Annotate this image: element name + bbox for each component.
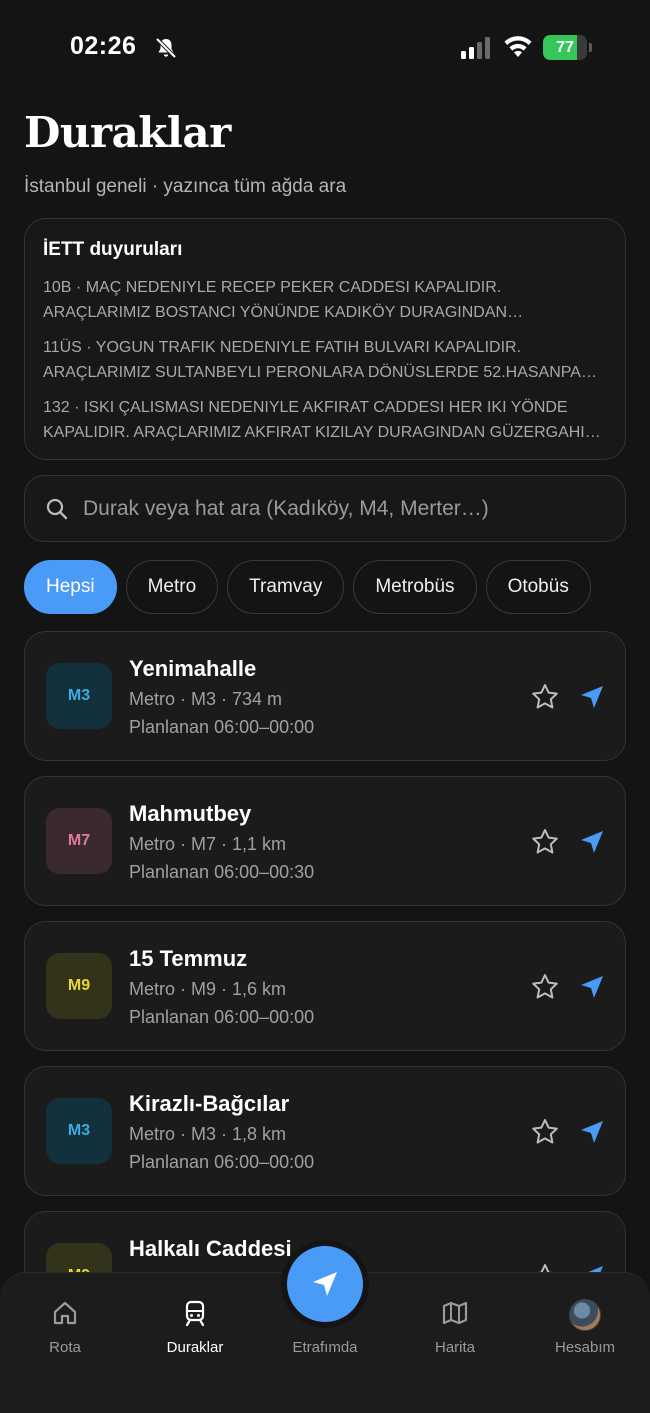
navigate-arrow-icon[interactable] (578, 828, 606, 856)
stop-meta: Metro · M3 · 1,8 km (129, 1124, 287, 1144)
announcements-panel[interactable]: İETT duyuruları 10B · MAÇ NEDENIYLE RECE… (24, 218, 626, 460)
nearby-fab-button[interactable] (287, 1246, 363, 1322)
stop-name: Yenimahalle (129, 656, 257, 681)
search-input[interactable] (83, 490, 603, 528)
stop-name: Mahmutbey (129, 801, 252, 826)
battery-indicator: 77 (543, 35, 593, 60)
stop-meta: Metro · M3 · 734 m (129, 689, 283, 709)
tab-label: Etrafımda (292, 1339, 358, 1356)
filter-chips: Hepsi Metro Tramvay Metrobüs Otobüs (24, 560, 626, 614)
stop-hours: Planlanan 06:00–00:00 (129, 1152, 315, 1172)
map-icon (442, 1301, 468, 1325)
status-bar: 02:26 77 (0, 0, 650, 95)
tab-label: Duraklar (166, 1339, 224, 1356)
stop-meta: Metro · M9 · 1,6 km (129, 979, 287, 999)
page-subtitle: İstanbul geneli · yazınca tüm ağda ara (24, 176, 347, 197)
star-icon[interactable] (530, 827, 560, 857)
tab-hesabim[interactable]: Hesabım (530, 1299, 640, 1356)
filter-chip-tram[interactable]: Tramvay (227, 560, 345, 614)
wifi-icon (504, 36, 532, 57)
navigate-arrow-icon[interactable] (578, 973, 606, 1001)
home-icon (53, 1301, 77, 1325)
announcement-item[interactable]: 10B · MAÇ NEDENIYLE RECEP PEKER CADDESI … (43, 275, 607, 325)
tab-label: Harita (434, 1339, 475, 1356)
navigate-arrow-icon[interactable] (578, 683, 606, 711)
search-bar[interactable] (24, 475, 626, 542)
bell-muted-icon (155, 37, 177, 59)
star-icon[interactable] (530, 972, 560, 1002)
stop-hours: Planlanan 06:00–00:30 (129, 862, 315, 882)
tab-rota[interactable]: Rota (10, 1299, 120, 1356)
announcement-item[interactable]: 132 · ISKI ÇALISMASI NEDENIYLE AKFIRAT C… (43, 395, 607, 445)
battery-percent: 77 (556, 39, 574, 56)
stop-name: Halkalı Caddesi (129, 1236, 292, 1261)
line-badge: M3 (46, 663, 112, 729)
status-time: 02:26 (70, 32, 137, 60)
stop-meta: Metro · M7 · 1,1 km (129, 834, 287, 854)
page-title: Duraklar (24, 108, 231, 157)
line-badge: M7 (46, 808, 112, 874)
tab-duraklar[interactable]: Duraklar (140, 1299, 250, 1356)
avatar (569, 1299, 601, 1331)
tab-label: Rota (49, 1339, 81, 1356)
train-icon (185, 1300, 205, 1327)
announcements-title: İETT duyuruları (43, 239, 183, 260)
star-icon[interactable] (530, 1117, 560, 1147)
stop-hours: Planlanan 06:00–00:00 (129, 1007, 315, 1027)
filter-chip-all[interactable]: Hepsi (24, 560, 117, 614)
stop-card[interactable]: M9 15 Temmuz Metro · M9 · 1,6 km Planlanan … (24, 921, 626, 1051)
search-icon (46, 498, 68, 520)
stop-name: Kirazlı-Bağcılar (129, 1091, 290, 1116)
stop-card[interactable]: M3 Kirazlı-Bağcılar Metro · M3 · 1,8 km Pla… (24, 1066, 626, 1196)
stop-card[interactable]: M7 Mahmutbey Metro · M7 · 1,1 km Planlanan … (24, 776, 626, 906)
navigate-arrow-icon[interactable] (578, 1118, 606, 1146)
star-icon[interactable] (530, 682, 560, 712)
stop-hours: Planlanan 06:00–00:00 (129, 717, 315, 737)
filter-chip-metro[interactable]: Metro (125, 560, 219, 614)
cellular-signal-icon (461, 37, 490, 59)
tab-label: Hesabım (554, 1339, 616, 1356)
line-badge: M3 (46, 1098, 112, 1164)
announcement-item[interactable]: 11ÜS · YOGUN TRAFIK NEDENIYLE FATIH BULV… (43, 335, 607, 385)
stop-name: 15 Temmuz (129, 946, 248, 971)
filter-chip-metrobus[interactable]: Metrobüs (353, 560, 477, 614)
filter-chip-bus[interactable]: Otobüs (485, 560, 591, 614)
tab-harita[interactable]: Harita (400, 1299, 510, 1356)
location-arrow-icon (313, 1272, 337, 1296)
stop-card[interactable]: M3 Yenimahalle Metro · M3 · 734 m Planlanan… (24, 631, 626, 761)
line-badge: M9 (46, 953, 112, 1019)
